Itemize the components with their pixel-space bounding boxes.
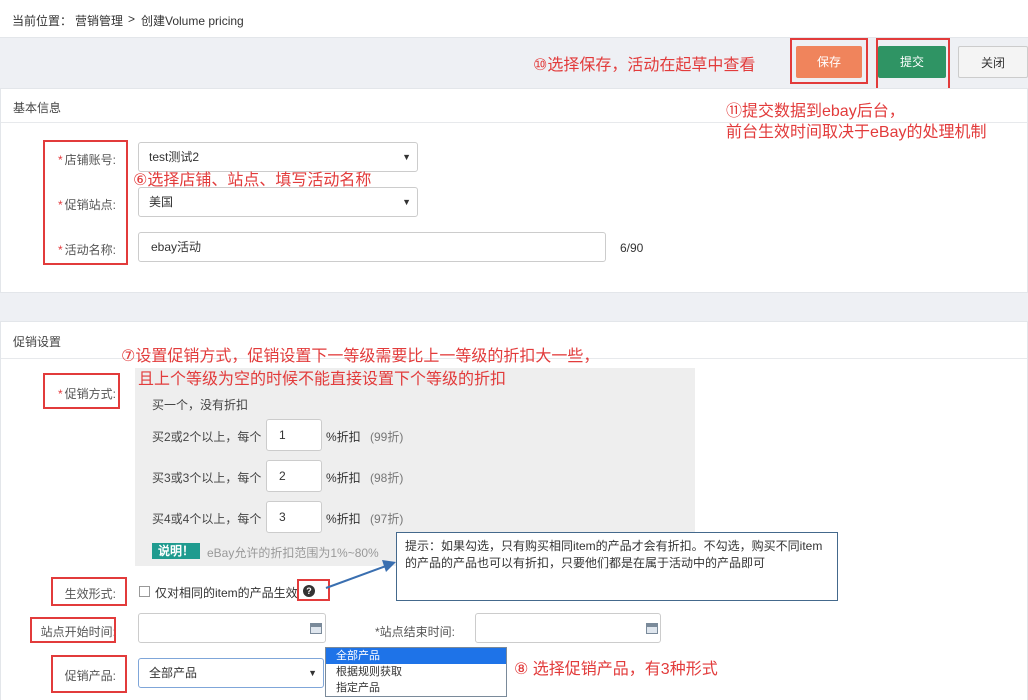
tier-3-hint: (98折) [370, 471, 404, 485]
tier-4-hint: (97折) [370, 512, 404, 526]
activity-name-input[interactable]: ebay活动 [138, 232, 606, 262]
store-label: * 店铺账号: [36, 151, 116, 168]
submit-button[interactable]: 提交 [878, 46, 946, 78]
tooltip-text: 提示：如果勾选，只有购买相同item的产品才会有折扣。不勾选，购买不同item的… [405, 539, 823, 570]
product-dropdown: 全部产品 根据规则获取 指定产品 [325, 647, 507, 697]
activity-name-counter: 6/90 [620, 241, 644, 255]
breadcrumb: 当前位置： 营销管理 > 创建Volume pricing [0, 0, 1028, 38]
annotation-10: ⑩选择保存，活动在起草中查看 [533, 57, 756, 74]
effect-checkbox[interactable] [139, 586, 150, 597]
annotation-6: ⑥选择店铺、站点、填写活动名称 [133, 172, 372, 189]
promo-method-label: * 促销方式: [36, 385, 116, 402]
tooltip: 提示：如果勾选，只有购买相同item的产品才会有折扣。不勾选，购买不同item的… [396, 532, 838, 601]
tier-3-suffix: %折扣 [326, 471, 361, 485]
calendar-icon[interactable] [310, 623, 322, 634]
activity-name-label-text: 活动名称: [64, 243, 116, 257]
tier-2-discount-input[interactable]: 1 [266, 419, 322, 451]
product-option-by-rule[interactable]: 根据规则获取 [326, 664, 506, 680]
basic-info-title: 基本信息 [13, 101, 62, 115]
chevron-down-icon: ▼ [308, 668, 317, 678]
chevron-down-icon: ▼ [402, 152, 411, 162]
effect-checkbox-label: 仅对相同的item的产品生效 [155, 586, 298, 600]
site-label-text: 促销站点: [64, 198, 116, 212]
tier-2-hint: (99折) [370, 430, 404, 444]
tier-4-discount-input[interactable]: 3 [266, 501, 322, 533]
product-select[interactable]: 全部产品 ▼ [138, 658, 324, 688]
breadcrumb-link-marketing[interactable]: 营销管理 [75, 12, 123, 29]
tier-2-prefix: 买2或2个以上，每个 [152, 430, 262, 444]
required-mark: * [57, 387, 63, 401]
tooltip-arrow [325, 560, 396, 589]
effect-label: 生效形式: [64, 587, 116, 601]
breadcrumb-prefix: 当前位置： [12, 14, 73, 28]
tier-4-suffix: %折扣 [326, 512, 361, 526]
tier-3-prefix: 买3或3个以上，每个 [152, 471, 262, 485]
product-label: 促销产品: [64, 669, 116, 683]
close-button[interactable]: 关闭 [958, 46, 1028, 78]
product-option-specified[interactable]: 指定产品 [326, 680, 506, 696]
start-time-input[interactable] [138, 613, 326, 643]
required-mark: * [57, 198, 63, 212]
product-option-all[interactable]: 全部产品 [326, 648, 506, 664]
product-select-value: 全部产品 [149, 666, 198, 680]
note-badge: 说明！ [152, 543, 200, 559]
site-select-value: 美国 [149, 195, 174, 209]
promo-method-label-text: 促销方式: [64, 387, 116, 401]
chevron-down-icon: ▼ [402, 197, 411, 207]
tier-4-prefix: 买4或4个以上，每个 [152, 512, 262, 526]
site-select[interactable]: 美国 ▼ [138, 187, 418, 217]
annotation-7-line2: 且上个等级为空的时候不能直接设置下个等级的折扣 [138, 371, 507, 388]
save-button[interactable]: 保存 [796, 46, 862, 78]
store-select-value: test测试2 [149, 150, 200, 164]
required-mark: * [57, 243, 63, 257]
end-time-label: *站点结束时间: [375, 625, 456, 639]
breadcrumb-current: 创建Volume pricing [141, 14, 244, 28]
help-icon[interactable]: ? [303, 585, 315, 597]
tier-3-discount-input[interactable]: 2 [266, 460, 322, 492]
site-label: * 促销站点: [36, 196, 116, 213]
store-label-text: 店铺账号: [64, 153, 116, 167]
tier-2-suffix: %折扣 [326, 430, 361, 444]
tier-1-text: 买一个，没有折扣 [152, 398, 249, 412]
promo-settings-title: 促销设置 [13, 335, 62, 349]
required-mark: * [57, 153, 63, 167]
start-time-label: 站点开始时间: [40, 625, 116, 639]
annotation-11-line2: 前台生效时间取决于eBay的处理机制 [726, 124, 987, 141]
annotation-11-line1: ⑪提交数据到ebay后台， [726, 103, 905, 120]
end-time-input[interactable] [475, 613, 661, 643]
calendar-icon[interactable] [646, 623, 658, 634]
store-select[interactable]: test测试2 ▼ [138, 142, 418, 172]
activity-name-label: * 活动名称: [36, 241, 116, 258]
annotation-7-line1: ⑦设置促销方式，促销设置下一等级需要比上一等级的折扣大一些， [121, 348, 600, 365]
breadcrumb-separator: > [128, 12, 136, 26]
annotation-8: ⑧ 选择促销产品，有3种形式 [514, 661, 718, 678]
